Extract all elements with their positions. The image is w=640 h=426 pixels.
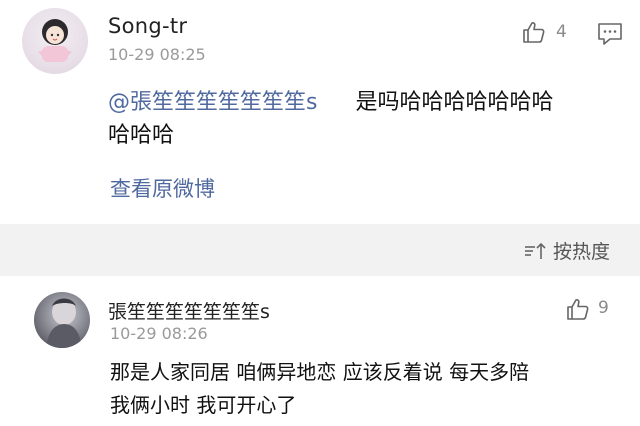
comment-time: 10-29 08:25	[108, 45, 206, 64]
thumbs-up-icon[interactable]	[566, 297, 590, 321]
thumbs-up-icon[interactable]	[522, 20, 546, 44]
sort-icon[interactable]	[523, 241, 547, 261]
comment-body: 那是人家同居 咱俩异地恋 应该反着说 每天多陪 我俩小时 我可开心了	[110, 356, 630, 422]
like-count: 4	[556, 22, 567, 42]
view-original-link[interactable]: 查看原微博	[110, 173, 215, 203]
comment-author[interactable]: 張笙笙笙笙笙笙笙s	[108, 297, 270, 324]
avatar-figure-icon	[46, 298, 82, 348]
comment-text-line2: 我俩小时 我可开心了	[110, 393, 297, 417]
avatar[interactable]	[22, 8, 88, 74]
like-count: 9	[598, 298, 609, 318]
comment-text-line2: 哈哈哈	[108, 123, 175, 148]
avatar-cartoon-icon	[38, 19, 72, 62]
comment-time: 10-29 08:26	[110, 324, 208, 343]
mention-link[interactable]: @張笙笙笙笙笙笙笙s	[108, 90, 317, 115]
comment-text: 那是人家同居 咱俩异地恋 应该反着说 每天多陪	[110, 360, 530, 384]
comment-icon[interactable]	[597, 22, 623, 46]
avatar[interactable]	[34, 292, 90, 348]
comment-body: @張笙笙笙笙笙笙笙s 是吗哈哈哈哈哈哈哈 哈哈哈	[108, 86, 628, 152]
comment-author[interactable]: Song-tr	[108, 14, 187, 38]
comment-text: 是吗哈哈哈哈哈哈哈	[355, 90, 554, 115]
sort-by-hot-button[interactable]: 按热度	[553, 237, 610, 264]
